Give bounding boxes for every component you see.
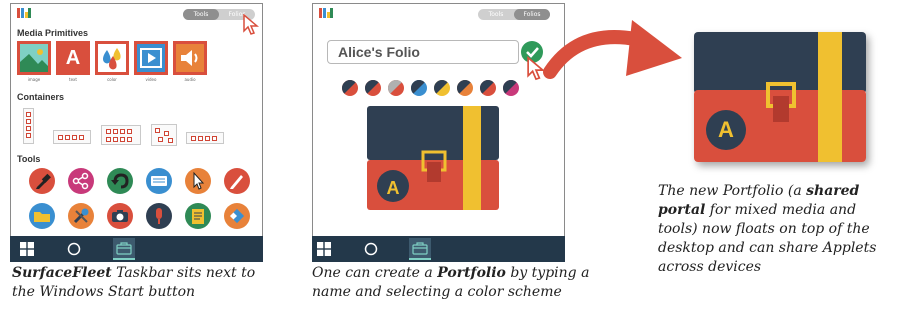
windows-start-icon[interactable]	[317, 242, 331, 256]
tools-icon	[73, 208, 89, 224]
surfacefleet-taskbar-button[interactable]	[113, 238, 135, 260]
text-label: text	[69, 77, 77, 82]
taskbar	[10, 236, 263, 262]
undo-icon	[111, 173, 129, 189]
toolbox-icon	[116, 242, 132, 255]
camera-tool[interactable]	[107, 203, 133, 229]
eyedropper-tool[interactable]	[29, 168, 55, 194]
color-scheme-swatch[interactable]	[342, 80, 358, 96]
color-scheme-swatch[interactable]	[365, 80, 381, 96]
floating-portfolio[interactable]: A	[694, 32, 866, 162]
grid-container[interactable]	[101, 125, 141, 145]
pointer-tool[interactable]	[185, 168, 211, 194]
image-primitive[interactable]	[17, 41, 51, 75]
pen-icon	[230, 175, 243, 189]
document-tool[interactable]	[185, 203, 211, 229]
media-primitives-heading: Media Primitives	[17, 28, 89, 38]
windows-start-icon[interactable]	[20, 242, 34, 256]
color-scheme-swatch[interactable]	[434, 80, 450, 96]
folder-tool[interactable]	[29, 203, 55, 229]
caption-text: Taskbar sits next to	[111, 265, 256, 281]
speaker-icon	[176, 44, 204, 72]
mouse-cursor-icon	[243, 14, 259, 35]
text-icon: A	[65, 47, 81, 69]
surfacefleet-logo	[17, 8, 31, 18]
transition-arrow-icon	[543, 20, 682, 79]
caption-portfolio-create: One can create a Portfolio by typing a n…	[312, 264, 612, 302]
surfacefleet-logo	[319, 8, 333, 18]
share-tool[interactable]	[68, 168, 94, 194]
portfolio-letter: A	[386, 178, 400, 198]
share-icon	[72, 172, 89, 190]
surfacefleet-tools-panel: Tools Folios Media Primitives image A te…	[10, 3, 263, 260]
caption-taskbar: SurfaceFleet Taskbar sits next to the Wi…	[12, 264, 274, 302]
search-circle-icon[interactable]	[364, 242, 378, 256]
color-scheme-swatch[interactable]	[411, 80, 427, 96]
horizontal-list-container[interactable]	[53, 130, 91, 144]
caption-emphasis: SurfaceFleet	[12, 265, 112, 281]
caption-emphasis: Portfolio	[437, 265, 506, 281]
keyboard-icon	[151, 176, 167, 186]
caption-text: the Windows Start button	[12, 284, 196, 300]
pen-tool[interactable]	[224, 168, 250, 194]
color-scheme-swatch[interactable]	[480, 80, 496, 96]
tools-heading: Tools	[17, 154, 41, 164]
caption-floating-portfolio: The new Portfolio (a shared portal for m…	[658, 182, 898, 277]
taskbar	[312, 236, 565, 262]
caption-text: tools) now floats on top of the	[658, 221, 870, 237]
surfacefleet-taskbar-button[interactable]	[409, 238, 431, 260]
tools-toggle-option[interactable]: Tools	[478, 9, 514, 20]
audio-label: audio	[184, 77, 196, 82]
caption-emphasis: shared	[806, 183, 860, 199]
containers-heading: Containers	[17, 92, 65, 102]
caption-text: by typing a	[505, 265, 590, 281]
caption-text: across devices	[658, 259, 762, 275]
vertical-list-container[interactable]	[23, 108, 34, 144]
video-play-icon	[137, 44, 165, 72]
folio-name-input[interactable]: Alice's Folio	[327, 40, 519, 64]
stack-container[interactable]	[186, 132, 224, 144]
caption-text: One can create a	[312, 265, 438, 281]
color-label: color	[107, 77, 117, 82]
undo-tool[interactable]	[107, 168, 133, 194]
caption-text: name and selecting a color scheme	[312, 284, 562, 300]
microphone-icon	[156, 208, 162, 224]
eyedropper-icon	[36, 173, 51, 189]
color-primitive[interactable]	[95, 41, 129, 75]
keyboard-tool[interactable]	[146, 168, 172, 194]
video-label: video	[145, 77, 157, 82]
tools-toggle-option[interactable]: Tools	[183, 9, 219, 20]
portfolio-create-panel: Tools Folios Alice's Folio A	[312, 3, 565, 260]
document-icon	[192, 209, 204, 224]
text-primitive[interactable]: A	[56, 41, 90, 75]
caption-emphasis: portal	[658, 202, 706, 218]
color-scheme-swatch[interactable]	[457, 80, 473, 96]
image-label: image	[27, 77, 41, 82]
color-scheme-swatch[interactable]	[388, 80, 404, 96]
video-primitive[interactable]	[134, 41, 168, 75]
portfolio-letter: A	[718, 117, 734, 142]
tools-tool[interactable]	[68, 203, 94, 229]
freeform-container[interactable]	[151, 124, 177, 146]
search-circle-icon[interactable]	[67, 242, 81, 256]
caption-text: The new Portfolio (a	[658, 183, 807, 199]
folder-icon	[34, 212, 50, 222]
eraser-icon	[229, 208, 245, 224]
color-drops-icon	[103, 48, 121, 70]
caption-text: for mixed media and	[705, 202, 857, 218]
eraser-tool[interactable]	[224, 203, 250, 229]
color-scheme-swatch[interactable]	[503, 80, 519, 96]
pointer-icon	[193, 171, 205, 190]
toolbox-icon	[412, 242, 428, 255]
microphone-tool[interactable]	[146, 203, 172, 229]
camera-icon	[112, 210, 128, 222]
image-icon	[20, 44, 48, 72]
caption-text: desktop and can share Applets	[658, 240, 877, 256]
audio-primitive[interactable]	[173, 41, 207, 75]
